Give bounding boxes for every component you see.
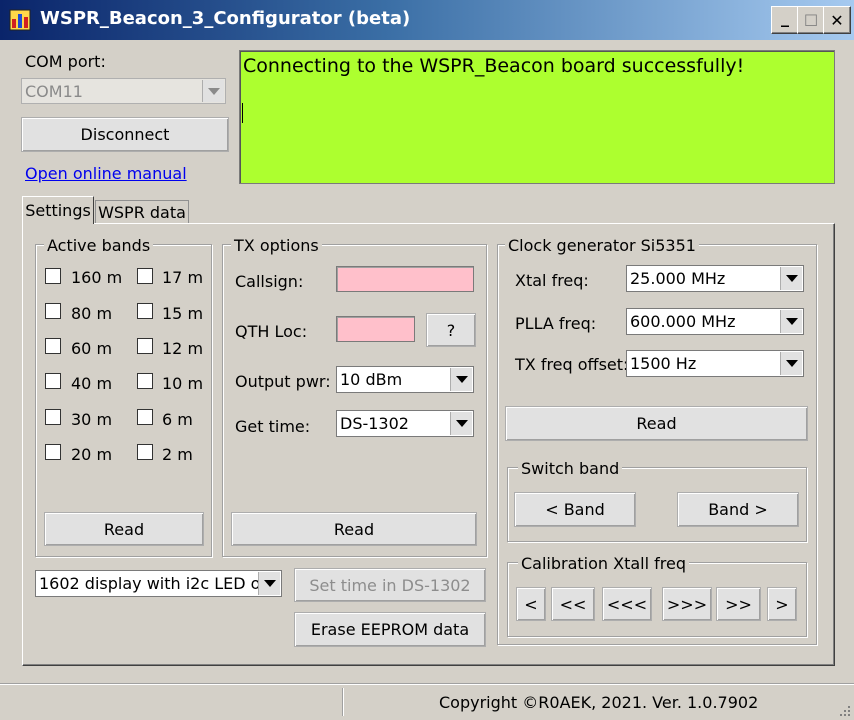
tx-read-button[interactable]: Read — [231, 512, 477, 546]
com-port-label: COM port: — [25, 52, 106, 71]
online-manual-link[interactable]: Open online manual — [25, 164, 187, 183]
checkbox-20m[interactable] — [45, 444, 61, 460]
chevron-down-icon — [258, 572, 280, 595]
tab-settings[interactable]: Settings — [22, 196, 94, 224]
clock-read-button[interactable]: Read — [505, 406, 808, 441]
checkbox-80m[interactable] — [45, 303, 61, 319]
checkbox-160m-label: 160 m — [71, 268, 123, 287]
plla-freq-label: PLLA freq: — [515, 314, 597, 333]
checkbox-15m[interactable] — [137, 303, 153, 319]
minimize-button[interactable]: _ — [771, 6, 799, 34]
qth-loc-input[interactable] — [336, 316, 415, 342]
chevron-down-icon — [450, 412, 472, 435]
chevron-down-icon — [202, 80, 224, 102]
maximize-icon: ☐ — [803, 10, 819, 30]
checkbox-12m-label: 12 m — [162, 339, 204, 358]
chevron-down-icon — [780, 267, 802, 290]
callsign-label: Callsign: — [235, 272, 304, 291]
checkbox-17m-label: 17 m — [162, 268, 204, 287]
band-next-button[interactable]: Band > — [677, 492, 799, 527]
close-button[interactable]: ✕ — [823, 6, 851, 34]
com-port-select[interactable]: COM11 — [21, 78, 226, 104]
bands-read-button[interactable]: Read — [44, 512, 204, 546]
band-prev-button[interactable]: < Band — [514, 492, 636, 527]
checkbox-40m[interactable] — [45, 373, 61, 389]
minimize-icon: _ — [781, 7, 789, 27]
active-bands-group — [35, 244, 212, 557]
checkbox-6m[interactable] — [137, 409, 153, 425]
output-power-select[interactable]: 10 dBm — [336, 366, 474, 393]
statusbar-divider-highlight — [0, 684, 854, 685]
calibration-dec-3-button[interactable]: <<< — [602, 587, 652, 621]
tx-freq-offset-label: TX freq offset: — [515, 355, 629, 374]
copyright-text: Copyright ©R0AEK, 2021. Ver. 1.0.7902 — [439, 693, 759, 712]
checkbox-60m[interactable] — [45, 338, 61, 354]
output-power-label: Output pwr: — [235, 372, 331, 391]
app-icon — [9, 9, 31, 31]
resize-grip-icon[interactable] — [836, 702, 852, 718]
calibration-dec-1-button[interactable]: < — [516, 587, 546, 621]
plla-freq-select[interactable]: 600.000 MHz — [626, 308, 804, 335]
checkbox-2m[interactable] — [137, 444, 153, 460]
checkbox-30m[interactable] — [45, 409, 61, 425]
tx-options-legend: TX options — [231, 236, 322, 255]
close-icon: ✕ — [830, 10, 844, 30]
qth-help-button[interactable]: ? — [426, 313, 476, 347]
checkbox-12m[interactable] — [137, 338, 153, 354]
checkbox-15m-label: 15 m — [162, 304, 204, 323]
chevron-down-icon — [780, 352, 802, 375]
checkbox-80m-label: 80 m — [71, 304, 113, 323]
checkbox-2m-label: 2 m — [162, 445, 193, 464]
switch-band-legend: Switch band — [518, 459, 623, 478]
checkbox-10m-label: 10 m — [162, 374, 204, 393]
checkbox-160m[interactable] — [45, 268, 61, 284]
checkbox-17m[interactable] — [137, 268, 153, 284]
text-cursor — [242, 103, 243, 123]
calibration-inc-1-button[interactable]: > — [767, 587, 797, 621]
callsign-input[interactable] — [336, 266, 474, 292]
qth-loc-label: QTH Loc: — [235, 322, 308, 341]
checkbox-6m-label: 6 m — [162, 410, 193, 429]
erase-eeprom-button[interactable]: Erase EEPROM data — [294, 612, 486, 647]
xtal-freq-select[interactable]: 25.000 MHz — [626, 265, 804, 292]
chevron-down-icon — [450, 368, 472, 391]
get-time-label: Get time: — [235, 417, 311, 436]
disconnect-button[interactable]: Disconnect — [21, 117, 229, 152]
calibration-inc-3-button[interactable]: >>> — [662, 587, 712, 621]
statusbar-separator — [342, 688, 343, 716]
xtal-freq-label: Xtal freq: — [515, 271, 589, 290]
checkbox-60m-label: 60 m — [71, 339, 113, 358]
checkbox-10m[interactable] — [137, 373, 153, 389]
tab-wspr-data[interactable]: WSPR data — [95, 200, 189, 224]
checkbox-40m-label: 40 m — [71, 374, 113, 393]
window-title: WSPR_Beacon_3_Configurator (beta) — [40, 8, 411, 29]
maximize-button[interactable]: ☐ — [797, 6, 825, 34]
log-text: Connecting to the WSPR_Beacon board succ… — [243, 55, 745, 77]
chevron-down-icon — [780, 310, 802, 333]
checkbox-20m-label: 20 m — [71, 445, 113, 464]
display-mode-select[interactable]: 1602 display with i2c LED on — [35, 570, 282, 597]
log-output[interactable]: Connecting to the WSPR_Beacon board succ… — [239, 50, 835, 184]
calibration-legend: Calibration Xtall freq — [518, 554, 690, 573]
calibration-inc-2-button[interactable]: >> — [716, 587, 761, 621]
com-port-value: COM11 — [25, 81, 83, 101]
checkbox-30m-label: 30 m — [71, 410, 113, 429]
get-time-select[interactable]: DS-1302 — [336, 410, 474, 437]
active-bands-legend: Active bands — [44, 236, 154, 255]
set-time-button[interactable]: Set time in DS-1302 — [294, 568, 486, 602]
clock-generator-legend: Clock generator Si5351 — [505, 236, 699, 255]
tx-freq-offset-select[interactable]: 1500 Hz — [626, 350, 804, 377]
calibration-dec-2-button[interactable]: << — [551, 587, 595, 621]
